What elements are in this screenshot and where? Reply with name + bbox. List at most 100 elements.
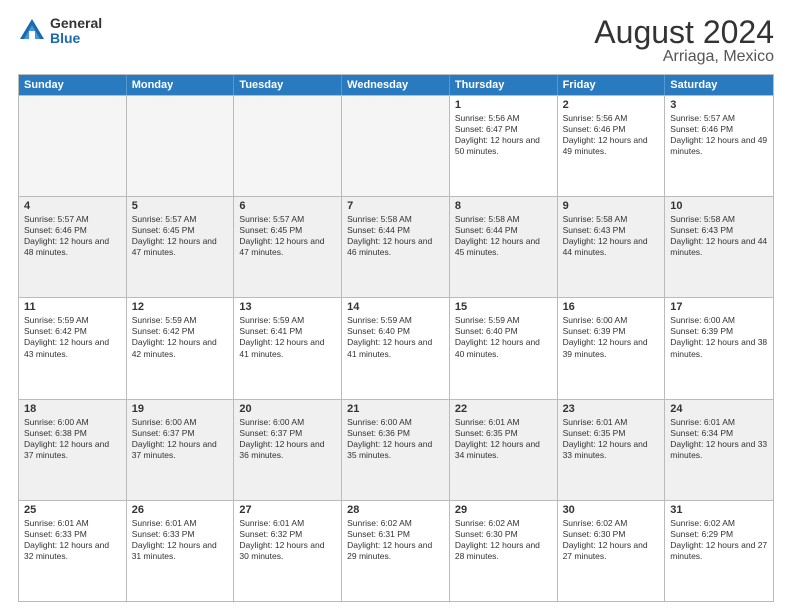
header-sunday: Sunday — [19, 75, 127, 95]
calendar-subtitle: Arriaga, Mexico — [594, 48, 774, 66]
cal-row-1: 1 Sunrise: 5:56 AMSunset: 6:47 PMDaylight… — [19, 95, 773, 196]
cell-info: Sunrise: 6:01 AMSunset: 6:32 PMDaylight:… — [239, 518, 336, 562]
table-row: 21Sunrise: 6:00 AMSunset: 6:36 PMDayligh… — [342, 400, 450, 500]
cell-info: Sunrise: 5:56 AMSunset: 6:46 PMDaylight:… — [563, 113, 660, 157]
cell-day-number: 26 — [132, 504, 229, 516]
cell-info: Sunrise: 6:01 AMSunset: 6:33 PMDaylight:… — [132, 518, 229, 562]
cell-day-number: 12 — [132, 301, 229, 313]
cell-info: Sunrise: 6:01 AMSunset: 6:34 PMDaylight:… — [670, 417, 768, 461]
cal-row-2: 4 Sunrise: 5:57 AMSunset: 6:46 PMDaylight… — [19, 196, 773, 297]
table-row: 29Sunrise: 6:02 AMSunset: 6:30 PMDayligh… — [450, 501, 558, 601]
cell-info: Sunrise: 5:59 AMSunset: 6:42 PMDaylight:… — [132, 315, 229, 359]
header-friday: Friday — [558, 75, 666, 95]
cell-info: Sunrise: 5:57 AMSunset: 6:45 PMDaylight:… — [239, 214, 336, 258]
table-row: 19 Sunrise: 6:00 AMSunset: 6:37 PMDayligh… — [127, 400, 235, 500]
cell-day-number: 16 — [563, 301, 660, 313]
cell-day-number: 6 — [239, 200, 336, 212]
cell-info: Sunrise: 5:57 AMSunset: 6:46 PMDaylight:… — [24, 214, 121, 258]
cell-day-number: 27 — [239, 504, 336, 516]
header-thursday: Thursday — [450, 75, 558, 95]
table-row: 20 Sunrise: 6:00 AMSunset: 6:37 PMDayligh… — [234, 400, 342, 500]
table-row: 16 Sunrise: 6:00 AMSunset: 6:39 PMDayligh… — [558, 298, 666, 398]
cell-info: Sunrise: 5:58 AMSunset: 6:44 PMDaylight:… — [455, 214, 552, 258]
cell-info: Sunrise: 6:00 AMSunset: 6:37 PMDaylight:… — [132, 417, 229, 461]
cell-day-number: 19 — [132, 403, 229, 415]
table-row — [342, 96, 450, 196]
cell-info: Sunrise: 5:58 AMSunset: 6:43 PMDaylight:… — [563, 214, 660, 258]
table-row: 4 Sunrise: 5:57 AMSunset: 6:46 PMDaylight… — [19, 197, 127, 297]
cell-day-number: 13 — [239, 301, 336, 313]
cell-info: Sunrise: 6:02 AMSunset: 6:30 PMDaylight:… — [563, 518, 660, 562]
cell-day-number: 20 — [239, 403, 336, 415]
cell-info: Sunrise: 6:02 AMSunset: 6:29 PMDaylight:… — [670, 518, 768, 562]
cell-info: Sunrise: 5:59 AMSunset: 6:42 PMDaylight:… — [24, 315, 121, 359]
table-row: 25Sunrise: 6:01 AMSunset: 6:33 PMDayligh… — [19, 501, 127, 601]
calendar-header: Sunday Monday Tuesday Wednesday Thursday… — [19, 75, 773, 95]
table-row: 23Sunrise: 6:01 AMSunset: 6:35 PMDayligh… — [558, 400, 666, 500]
table-row: 1 Sunrise: 5:56 AMSunset: 6:47 PMDaylight… — [450, 96, 558, 196]
table-row — [19, 96, 127, 196]
cell-info: Sunrise: 6:00 AMSunset: 6:38 PMDaylight:… — [24, 417, 121, 461]
cell-day-number: 22 — [455, 403, 552, 415]
table-row: 8Sunrise: 5:58 AMSunset: 6:44 PMDaylight… — [450, 197, 558, 297]
table-row: 28Sunrise: 6:02 AMSunset: 6:31 PMDayligh… — [342, 501, 450, 601]
table-row: 7 Sunrise: 5:58 AMSunset: 6:44 PMDaylight… — [342, 197, 450, 297]
logo: General Blue — [18, 16, 102, 47]
cell-info: Sunrise: 6:02 AMSunset: 6:30 PMDaylight:… — [455, 518, 552, 562]
cell-day-number: 4 — [24, 200, 121, 212]
table-row: 15Sunrise: 5:59 AMSunset: 6:40 PMDayligh… — [450, 298, 558, 398]
cell-info: Sunrise: 5:58 AMSunset: 6:44 PMDaylight:… — [347, 214, 444, 258]
cell-info: Sunrise: 6:01 AMSunset: 6:35 PMDaylight:… — [563, 417, 660, 461]
cell-day-number: 11 — [24, 301, 121, 313]
cell-day-number: 14 — [347, 301, 444, 313]
page: General Blue August 2024 Arriaga, Mexico… — [0, 0, 792, 612]
table-row: 13Sunrise: 5:59 AMSunset: 6:41 PMDayligh… — [234, 298, 342, 398]
cell-info: Sunrise: 5:57 AMSunset: 6:46 PMDaylight:… — [670, 113, 768, 157]
table-row: 30 Sunrise: 6:02 AMSunset: 6:30 PMDayligh… — [558, 501, 666, 601]
cell-day-number: 9 — [563, 200, 660, 212]
cell-day-number: 10 — [670, 200, 768, 212]
table-row: 12 Sunrise: 5:59 AMSunset: 6:42 PMDayligh… — [127, 298, 235, 398]
cell-day-number: 21 — [347, 403, 444, 415]
header-monday: Monday — [127, 75, 235, 95]
calendar: Sunday Monday Tuesday Wednesday Thursday… — [18, 74, 774, 602]
table-row: 6 Sunrise: 5:57 AMSunset: 6:45 PMDaylight… — [234, 197, 342, 297]
table-row: 27 Sunrise: 6:01 AMSunset: 6:32 PMDayligh… — [234, 501, 342, 601]
cell-day-number: 17 — [670, 301, 768, 313]
cal-row-3: 11 Sunrise: 5:59 AMSunset: 6:42 PMDayligh… — [19, 297, 773, 398]
cell-day-number: 15 — [455, 301, 552, 313]
cell-info: Sunrise: 6:01 AMSunset: 6:33 PMDaylight:… — [24, 518, 121, 562]
cell-day-number: 7 — [347, 200, 444, 212]
cell-day-number: 18 — [24, 403, 121, 415]
cell-info: Sunrise: 6:00 AMSunset: 6:37 PMDaylight:… — [239, 417, 336, 461]
cell-info: Sunrise: 6:02 AMSunset: 6:31 PMDaylight:… — [347, 518, 444, 562]
cal-row-5: 25Sunrise: 6:01 AMSunset: 6:33 PMDayligh… — [19, 500, 773, 601]
calendar-title: August 2024 — [594, 16, 774, 48]
table-row: 10 Sunrise: 5:58 AMSunset: 6:43 PMDayligh… — [665, 197, 773, 297]
cell-day-number: 30 — [563, 504, 660, 516]
header-saturday: Saturday — [665, 75, 773, 95]
table-row: 22Sunrise: 6:01 AMSunset: 6:35 PMDayligh… — [450, 400, 558, 500]
logo-icon — [18, 17, 46, 45]
cell-day-number: 24 — [670, 403, 768, 415]
cell-info: Sunrise: 5:57 AMSunset: 6:45 PMDaylight:… — [132, 214, 229, 258]
table-row: 26 Sunrise: 6:01 AMSunset: 6:33 PMDayligh… — [127, 501, 235, 601]
header-wednesday: Wednesday — [342, 75, 450, 95]
table-row: 18 Sunrise: 6:00 AMSunset: 6:38 PMDayligh… — [19, 400, 127, 500]
cal-row-4: 18 Sunrise: 6:00 AMSunset: 6:38 PMDayligh… — [19, 399, 773, 500]
table-row — [127, 96, 235, 196]
header: General Blue August 2024 Arriaga, Mexico — [18, 16, 774, 66]
table-row: 31Sunrise: 6:02 AMSunset: 6:29 PMDayligh… — [665, 501, 773, 601]
logo-blue-text: Blue — [50, 31, 102, 46]
cell-info: Sunrise: 5:59 AMSunset: 6:40 PMDaylight:… — [347, 315, 444, 359]
cell-info: Sunrise: 5:56 AMSunset: 6:47 PMDaylight:… — [455, 113, 552, 157]
cell-day-number: 3 — [670, 99, 768, 111]
cell-day-number: 1 — [455, 99, 552, 111]
cell-day-number: 2 — [563, 99, 660, 111]
cell-info: Sunrise: 6:00 AMSunset: 6:39 PMDaylight:… — [563, 315, 660, 359]
calendar-body: 1 Sunrise: 5:56 AMSunset: 6:47 PMDaylight… — [19, 95, 773, 601]
table-row: 24 Sunrise: 6:01 AMSunset: 6:34 PMDayligh… — [665, 400, 773, 500]
logo-text: General Blue — [50, 16, 102, 47]
table-row: 17Sunrise: 6:00 AMSunset: 6:39 PMDayligh… — [665, 298, 773, 398]
cell-info: Sunrise: 5:58 AMSunset: 6:43 PMDaylight:… — [670, 214, 768, 258]
